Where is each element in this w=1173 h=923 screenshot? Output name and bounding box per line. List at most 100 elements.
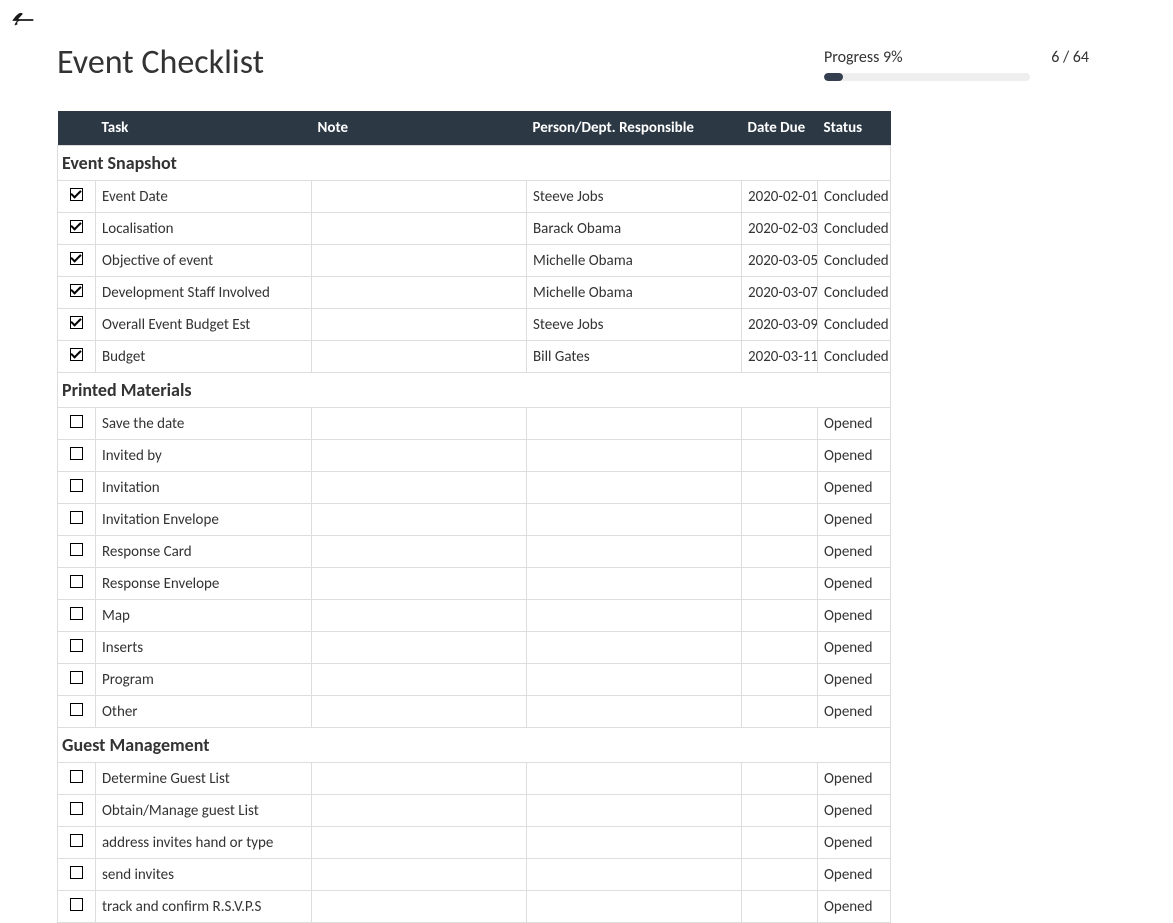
table-row: Response EnvelopeOpened (58, 568, 891, 600)
task-checkbox[interactable] (70, 479, 83, 492)
person-cell: Steeve Jobs (527, 309, 742, 341)
note-cell (312, 632, 527, 664)
task-checkbox[interactable] (70, 543, 83, 556)
table-row: OtherOpened (58, 696, 891, 728)
note-cell (312, 213, 527, 245)
table-row: ProgramOpened (58, 664, 891, 696)
table-row: Objective of eventMichelle Obama2020-03-… (58, 245, 891, 277)
task-checkbox[interactable] (70, 415, 83, 428)
table-row: InsertsOpened (58, 632, 891, 664)
task-checkbox[interactable] (70, 511, 83, 524)
progress-count: 6 / 64 (1051, 48, 1089, 67)
person-cell (527, 632, 742, 664)
date-cell (742, 472, 818, 504)
person-cell (527, 827, 742, 859)
checkbox-cell (58, 891, 96, 923)
note-cell (312, 309, 527, 341)
task-checkbox[interactable] (70, 898, 83, 911)
task-checkbox[interactable] (70, 770, 83, 783)
note-cell (312, 891, 527, 923)
status-cell: Opened (818, 827, 891, 859)
task-checkbox[interactable] (70, 447, 83, 460)
col-date-header: Date Due (742, 111, 818, 146)
status-cell: Opened (818, 504, 891, 536)
back-button[interactable] (10, 8, 38, 36)
status-cell: Opened (818, 763, 891, 795)
section-header: Event Snapshot (58, 146, 891, 181)
note-cell (312, 181, 527, 213)
table-row: LocalisationBarack Obama2020-02-03Conclu… (58, 213, 891, 245)
table-row: Development Staff InvolvedMichelle Obama… (58, 277, 891, 309)
note-cell (312, 504, 527, 536)
task-cell: Inserts (96, 632, 312, 664)
checkbox-cell (58, 213, 96, 245)
task-cell: Obtain/Manage guest List (96, 795, 312, 827)
checkbox-cell (58, 504, 96, 536)
status-cell: Concluded (818, 341, 891, 373)
note-cell (312, 277, 527, 309)
task-cell: track and confirm R.S.V.P.S (96, 891, 312, 923)
task-cell: send invites (96, 859, 312, 891)
task-checkbox[interactable] (70, 639, 83, 652)
checkbox-cell (58, 859, 96, 891)
status-cell: Opened (818, 440, 891, 472)
table-row: Determine Guest ListOpened (58, 763, 891, 795)
date-cell (742, 504, 818, 536)
date-cell: 2020-03-09 (742, 309, 818, 341)
section-title: Guest Management (58, 728, 891, 763)
task-cell: Response Card (96, 536, 312, 568)
task-checkbox[interactable] (70, 703, 83, 716)
date-cell (742, 859, 818, 891)
checkbox-cell (58, 827, 96, 859)
checkbox-cell (58, 408, 96, 440)
progress-bar (824, 73, 1030, 81)
checkbox-cell (58, 795, 96, 827)
checkbox-cell (58, 309, 96, 341)
table-row: Invitation Opened (58, 472, 891, 504)
table-row: Map Opened (58, 600, 891, 632)
table-row: Invitation Envelope Opened (58, 504, 891, 536)
task-checkbox[interactable] (70, 866, 83, 879)
date-cell (742, 696, 818, 728)
task-checkbox[interactable] (70, 834, 83, 847)
task-checkbox[interactable] (70, 316, 83, 329)
col-status-header: Status (818, 111, 891, 146)
task-checkbox[interactable] (70, 348, 83, 361)
person-cell: Michelle Obama (527, 245, 742, 277)
person-cell (527, 859, 742, 891)
status-cell: Opened (818, 891, 891, 923)
section-title: Event Snapshot (58, 146, 891, 181)
status-cell: Concluded (818, 181, 891, 213)
note-cell (312, 600, 527, 632)
person-cell (527, 600, 742, 632)
note-cell (312, 440, 527, 472)
task-checkbox[interactable] (70, 252, 83, 265)
status-cell: Opened (818, 472, 891, 504)
note-cell (312, 859, 527, 891)
status-cell: Opened (818, 600, 891, 632)
section-header: Printed Materials (58, 373, 891, 408)
task-cell: Map (96, 600, 312, 632)
back-arrow-icon (10, 8, 38, 36)
checkbox-cell (58, 632, 96, 664)
checkbox-cell (58, 568, 96, 600)
task-cell: Invitation Envelope (96, 504, 312, 536)
checkbox-cell (58, 245, 96, 277)
note-cell (312, 827, 527, 859)
task-cell: Development Staff Involved (96, 277, 312, 309)
task-checkbox[interactable] (70, 220, 83, 233)
status-cell: Opened (818, 568, 891, 600)
person-cell (527, 696, 742, 728)
status-cell: Opened (818, 696, 891, 728)
task-checkbox[interactable] (70, 188, 83, 201)
status-cell: Opened (818, 859, 891, 891)
date-cell: 2020-03-07 (742, 277, 818, 309)
note-cell (312, 696, 527, 728)
task-checkbox[interactable] (70, 607, 83, 620)
person-cell: Bill Gates (527, 341, 742, 373)
task-checkbox[interactable] (70, 575, 83, 588)
task-checkbox[interactable] (70, 284, 83, 297)
task-checkbox[interactable] (70, 671, 83, 684)
task-checkbox[interactable] (70, 802, 83, 815)
task-cell: Invitation (96, 472, 312, 504)
